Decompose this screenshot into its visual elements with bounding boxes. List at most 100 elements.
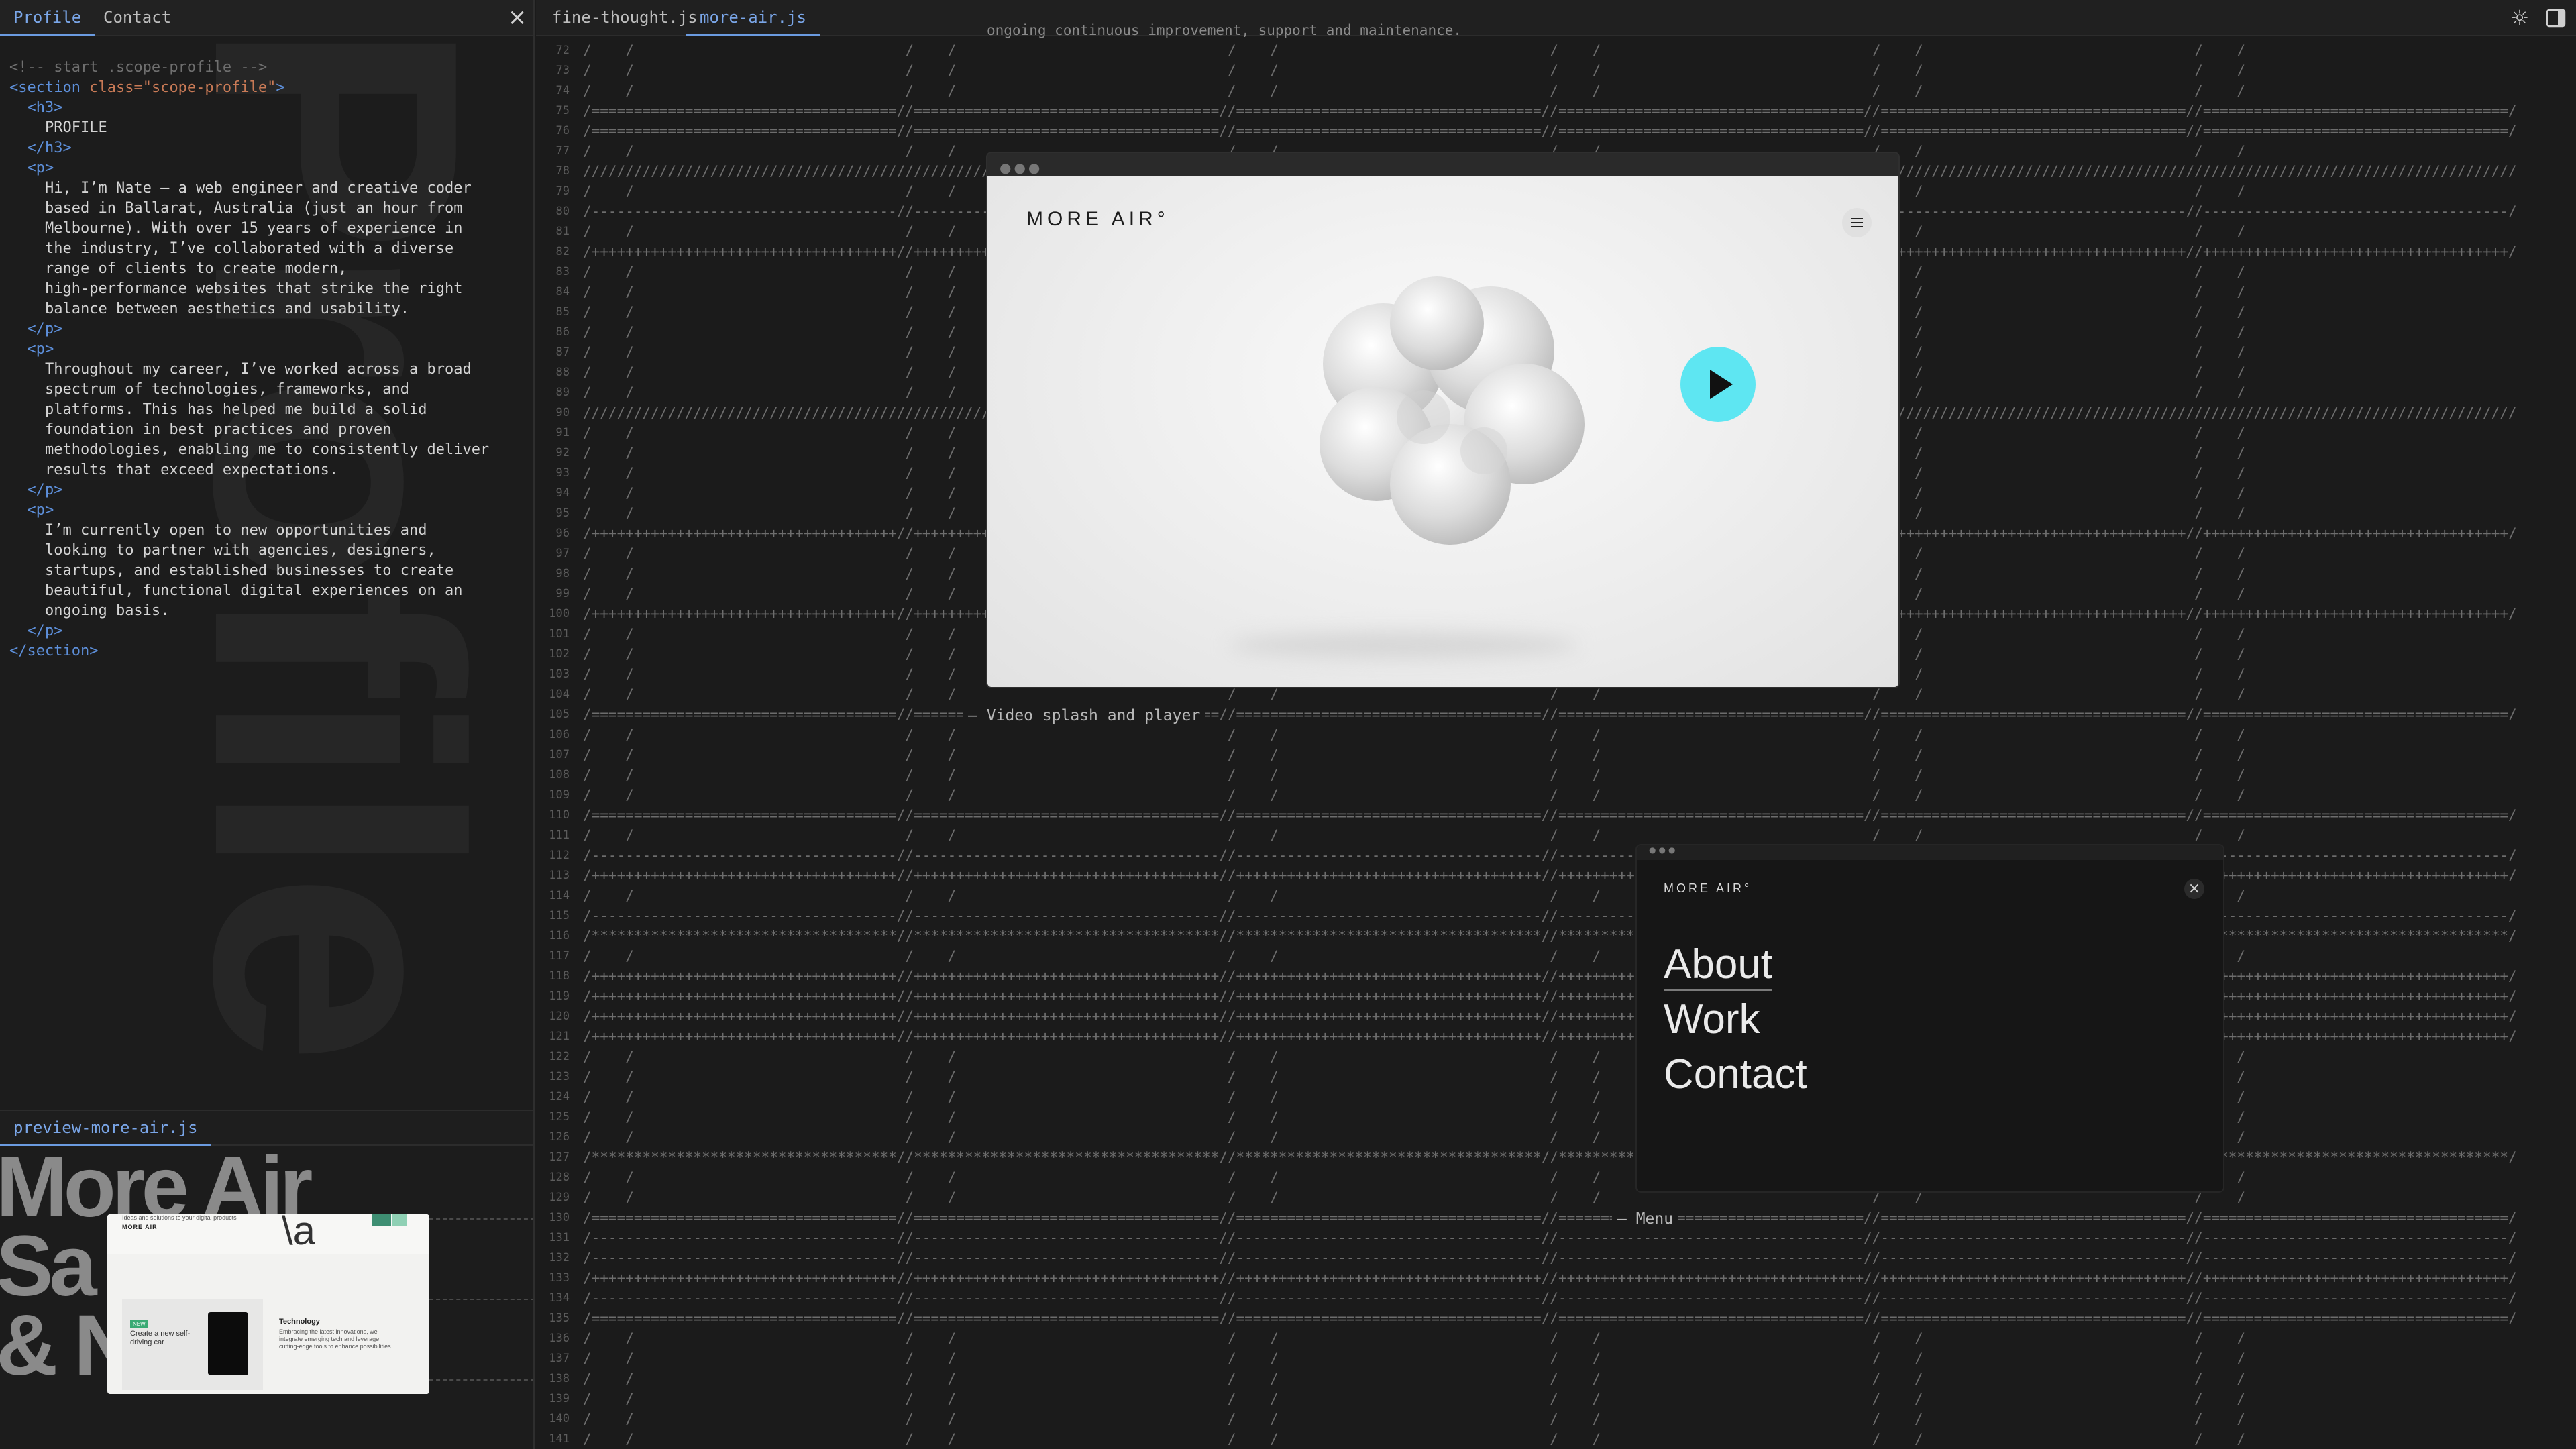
profile-source-code: <!-- start .scope-profile --> <section c… — [9, 38, 489, 682]
line-number: 91 — [555, 426, 570, 439]
play-button[interactable] — [1680, 347, 1756, 422]
tab-more-air[interactable]: more-air.js — [686, 0, 820, 36]
line-number: 118 — [549, 969, 570, 983]
ascii-row: / / / / / / / / / / / / — [583, 767, 2517, 783]
video-splash[interactable]: MORE AIR° — [987, 176, 1898, 687]
ascii-row: /====================================//=… — [583, 807, 2517, 823]
line-number: 93 — [555, 466, 570, 480]
thumb-swatch — [392, 1214, 407, 1226]
code-line: the industry, I’ve collaborated with a d… — [44, 240, 454, 257]
ascii-row: /====================================//=… — [583, 103, 2517, 119]
divider — [429, 1379, 533, 1381]
ascii-row: /------------------------------------//-… — [583, 1290, 2517, 1306]
thumb-card-title: Create a new self-driving car — [130, 1330, 191, 1346]
close-icon[interactable]: × — [2184, 879, 2204, 899]
menu-item-work[interactable]: Work — [1664, 996, 1760, 1043]
tab-profile[interactable]: Profile — [0, 0, 95, 36]
line-number: 73 — [555, 64, 570, 77]
video-brand: MORE AIR° — [1026, 208, 1169, 230]
line-number: 92 — [555, 446, 570, 460]
divider — [429, 1299, 533, 1300]
ascii-row: / / / / / / / / / / / / — [583, 1189, 2517, 1205]
ascii-row: / / / / / / / / / / / / — [583, 42, 2517, 58]
ascii-row: / / / / / / / / / / / / — [583, 1129, 2517, 1145]
line-number: 138 — [549, 1372, 570, 1385]
tab-fine-thought[interactable]: fine-thought.js — [539, 0, 711, 36]
line-number: 101 — [549, 627, 570, 641]
ascii-row: / / / / / / / / / / / / — [583, 1391, 2517, 1407]
line-number: 85 — [555, 305, 570, 319]
ascii-row: / / / / / / / / / / / / — [583, 686, 2517, 702]
sun-icon[interactable]: ☼ — [2507, 5, 2532, 31]
line-number: 132 — [549, 1251, 570, 1265]
menu-brand: MORE AIR° — [1664, 881, 1752, 895]
tab-contact[interactable]: Contact — [90, 0, 184, 36]
line-number: 140 — [549, 1412, 570, 1426]
line-number: 120 — [549, 1010, 570, 1023]
code-line: ongoing basis. — [44, 602, 170, 619]
ascii-row: / / / / / / / / / / / / — [583, 888, 2517, 904]
code-line: platforms. This has helped me build a so… — [44, 401, 427, 418]
editor-pane: fine-thought.js more-air.js ☼ ongoing co… — [536, 0, 2576, 1449]
line-number: 74 — [555, 84, 570, 97]
line-number: 97 — [555, 547, 570, 560]
thumb-glyph: \a — [282, 1214, 316, 1253]
ascii-row: /++++++++++++++++++++++++++++++++++++//+… — [583, 988, 2517, 1004]
ascii-row: /====================================//=… — [583, 1210, 2517, 1226]
code-line: results that exceed expectations. — [44, 462, 339, 478]
line-number: 86 — [555, 325, 570, 339]
preview-thumbnail[interactable]: Ideas and solutions to your digital prod… — [107, 1214, 429, 1394]
code-line: balance between aesthetics and usability… — [44, 301, 410, 317]
ascii-row: / / / / / / / / / / / / — [583, 787, 2517, 803]
code-section-close: </section> — [9, 643, 99, 659]
line-number: 83 — [555, 265, 570, 278]
hamburger-icon[interactable] — [1842, 208, 1872, 237]
line-number: 78 — [555, 164, 570, 178]
close-icon[interactable]: × — [504, 5, 530, 31]
ascii-row: / / / / / / / / / / / / — [583, 62, 2517, 78]
line-number: 100 — [549, 607, 570, 621]
line-number: 87 — [555, 345, 570, 359]
tab-preview-more-air[interactable]: preview-more-air.js — [0, 1111, 211, 1146]
line-number: 129 — [549, 1191, 570, 1204]
code-comment: <!-- start .scope-profile --> — [9, 59, 268, 76]
line-number: 133 — [549, 1271, 570, 1285]
code-line: looking to partner with agencies, design… — [44, 542, 436, 559]
ascii-row: /====================================//=… — [583, 123, 2517, 139]
code-line: Melbourne). With over 15 years of experi… — [44, 220, 463, 237]
thumb-tech-text: Embracing the latest innovations, we int… — [279, 1328, 393, 1350]
menu-item-contact[interactable]: Contact — [1664, 1051, 1807, 1098]
thumb-brand: MORE AIR — [122, 1224, 158, 1230]
menu-item-about[interactable]: About — [1664, 941, 1773, 991]
sidebar-toggle-icon[interactable] — [2543, 5, 2569, 31]
ascii-row: / / / / / / / / / / / / — [583, 1109, 2517, 1125]
ascii-row: /------------------------------------//-… — [583, 1250, 2517, 1266]
ascii-row: / / / / / / / / / / / / — [583, 83, 2517, 99]
line-number: 123 — [549, 1070, 570, 1083]
code-section-tag: <section — [9, 79, 90, 96]
line-number: 104 — [549, 688, 570, 701]
cloud-shadow — [1229, 632, 1578, 659]
caption-video: — Video splash and player — [963, 707, 1206, 724]
line-number: 79 — [555, 184, 570, 198]
ascii-row: /++++++++++++++++++++++++++++++++++++//+… — [583, 1270, 2517, 1286]
ascii-row: / / / / / / / / / / / / — [583, 1049, 2517, 1065]
code-h3-open: <h3> — [27, 99, 63, 116]
ascii-row: /------------------------------------//-… — [583, 847, 2517, 863]
menu-window: ●●● MORE AIR° × About Work Contact — [1637, 845, 2223, 1191]
line-number: 90 — [555, 406, 570, 419]
ascii-row: /************************************//*… — [583, 1149, 2517, 1165]
code-p-open: <p> — [27, 341, 54, 358]
ascii-row: /++++++++++++++++++++++++++++++++++++//+… — [583, 1028, 2517, 1044]
top-text: ongoing continuous improvement, support … — [987, 22, 1462, 38]
thumb-badge: NEW — [130, 1320, 148, 1328]
line-number: 122 — [549, 1050, 570, 1063]
code-p-open: <p> — [27, 160, 54, 176]
window-dots-icon: ●●● — [1000, 160, 1043, 176]
cloud-image — [1320, 276, 1585, 545]
code-p-close: </p> — [27, 321, 63, 337]
line-number: 109 — [549, 788, 570, 802]
line-number: 110 — [549, 808, 570, 822]
line-numbers: 72 73 74 75 76 77 78 79 80 81 82 83 84 85 86 87 88 89 90 91… — [536, 36, 570, 1449]
line-number: 98 — [555, 567, 570, 580]
